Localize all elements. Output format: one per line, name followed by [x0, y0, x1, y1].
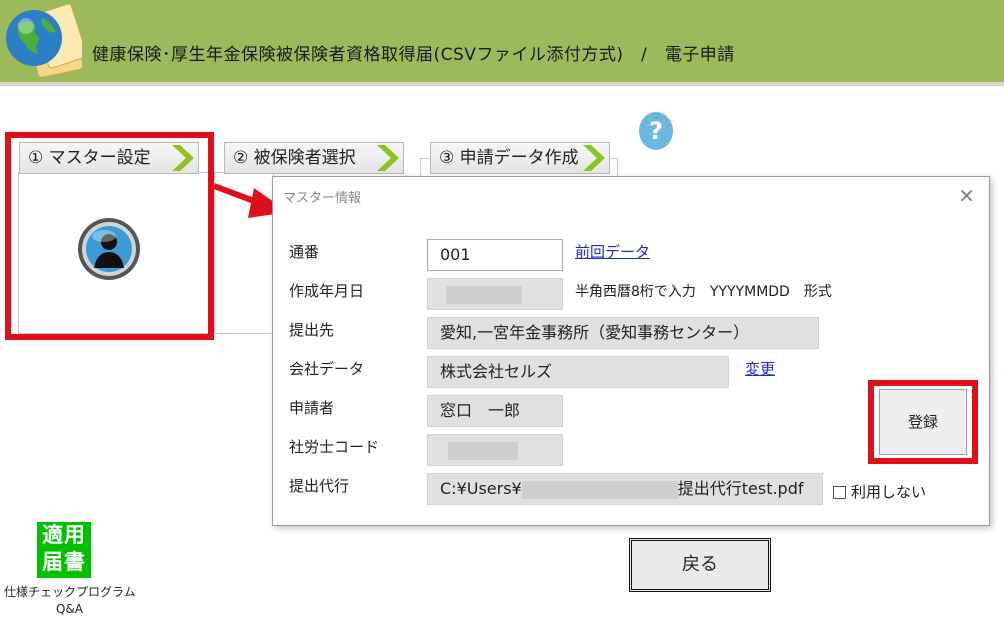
tab-label: ② 被保険者選択: [233, 148, 356, 168]
chevron-right-icon: [377, 145, 399, 171]
destination-label: 提出先: [289, 321, 335, 339]
back-button[interactable]: 戻る: [629, 538, 771, 592]
help-icon[interactable]: ?: [639, 112, 673, 150]
application-form-icon[interactable]: 適用 届書: [37, 522, 91, 578]
proxy-file-field[interactable]: C:¥Users¥ 提出代行test.pdf: [427, 473, 823, 505]
sharoushi-code-input[interactable]: [427, 434, 563, 466]
date-format-note: 半角西暦8桁で入力 YYYYMMDD 形式: [575, 284, 832, 300]
proxy-label: 提出代行: [289, 477, 350, 495]
tab-label: ③ 申請データ作成: [439, 148, 579, 168]
destination-field[interactable]: 愛知,一宮年金事務所（愛知事務センター）: [427, 317, 819, 349]
date-input[interactable]: [427, 278, 563, 310]
sharoushi-label: 社労士コード: [289, 438, 380, 456]
tab-insured-selection[interactable]: ② 被保険者選択: [224, 142, 404, 174]
chevron-right-icon: [583, 145, 605, 171]
close-icon[interactable]: ×: [958, 183, 975, 207]
program-label-line2: Q&A: [56, 602, 84, 616]
change-link[interactable]: 変更: [745, 358, 775, 379]
app-title: 健康保険･厚生年金保険被保険者資格取得届(CSVファイル添付方式) / 電子申請: [92, 45, 735, 65]
icon-text-line1: 適用: [42, 523, 86, 547]
company-label: 会社データ: [289, 360, 365, 378]
applicant-field[interactable]: 窓口 一郎: [427, 395, 563, 427]
checkbox-label: 利用しない: [851, 483, 927, 501]
app-header: 健康保険･厚生年金保険被保険者資格取得届(CSVファイル添付方式) / 電子申請: [0, 0, 1004, 86]
checkbox-box[interactable]: [833, 486, 846, 499]
previous-data-link[interactable]: 前回データ: [575, 241, 650, 262]
program-label-line1: 仕様チェックプログラム: [4, 585, 136, 599]
applicant-label: 申請者: [289, 399, 335, 417]
highlight-register: [868, 380, 978, 464]
redacted-value: [446, 285, 522, 304]
master-info-dialog: マスター情報 × 通番 001 前回データ 作成年月日 半角西暦8桁で入力 YY…: [272, 176, 990, 526]
date-label: 作成年月日: [289, 282, 365, 300]
serial-label: 通番: [289, 243, 320, 261]
redacted-value: [521, 480, 678, 499]
proxy-path-suffix: 提出代行test.pdf: [677, 479, 804, 498]
company-field[interactable]: 株式会社セルズ: [427, 356, 729, 388]
icon-text-line2: 届書: [42, 550, 86, 574]
highlight-step1: [5, 132, 214, 340]
redacted-value: [448, 441, 518, 460]
serial-input[interactable]: 001: [427, 239, 563, 271]
proxy-path-prefix: C:¥Users¥: [440, 479, 522, 498]
spec-check-program-link[interactable]: 仕様チェックプログラム Q&A: [4, 584, 144, 618]
dialog-title: マスター情報: [283, 191, 362, 206]
tab-application-data[interactable]: ③ 申請データ作成: [430, 142, 610, 174]
not-use-checkbox[interactable]: 利用しない: [833, 481, 926, 502]
globe-folder-icon: [6, 4, 82, 78]
